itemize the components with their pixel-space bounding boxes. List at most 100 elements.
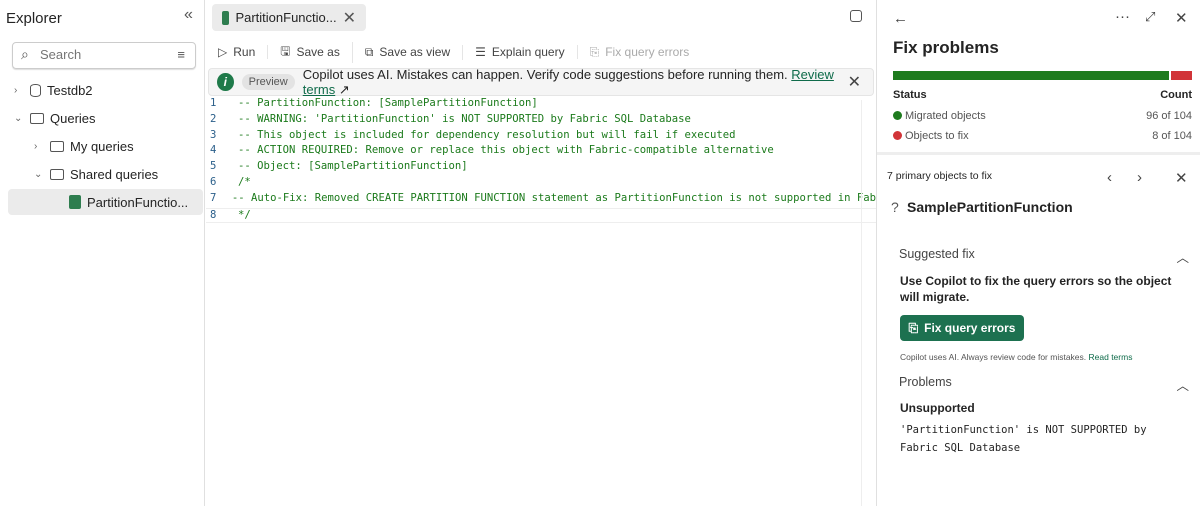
code-line: 7 -- Auto-Fix: Removed CREATE PARTITION F… [206,192,876,208]
explain-query-button[interactable]: ☰ Explain query [463,45,578,59]
vertical-scrollbar[interactable] [861,100,876,506]
fix-button-label: Fix query errors [924,321,1016,335]
explain-icon: ☰ [475,45,486,59]
problem-type: Unsupported [900,401,975,415]
tree-label: PartitionFunctio... [87,194,189,210]
sql-file-icon [222,10,230,25]
tree-item-queries[interactable]: ⌄ Queries [14,106,96,130]
line-number: 8 [210,208,217,221]
close-object-icon[interactable]: ✕ [1175,169,1188,187]
code-line: 5 -- Object: [SamplePartitionFunction] [206,160,876,176]
fix-icon: ⎘ [589,44,600,59]
status-header: Status [893,89,927,101]
suggested-fix-text: Use Copilot to fix the query errors so t… [900,274,1172,304]
code-text: -- Auto-Fix: Removed CREATE PARTITION FU… [231,191,876,204]
close-tab-icon[interactable]: ✕ [343,8,356,28]
tree-label: My queries [70,138,134,154]
code-text: -- Object: [SamplePartitionFunction] [238,160,468,173]
preview-badge: Preview [241,74,295,90]
save-as-button[interactable]: 🖫 Save as [268,41,353,63]
line-number: 7 [210,191,217,204]
disclaimer: Copilot uses AI. Always review code for … [900,352,1133,362]
read-terms-link[interactable]: Read terms [1089,352,1133,362]
tree-item-shared-queries[interactable]: ⌄ Shared queries [34,162,158,186]
tree-item-partitionfunction[interactable]: PartitionFunctio... [8,189,203,215]
red-dot-icon [893,131,902,140]
explorer-pane: Explorer « ⌕ ≡ › Testdb2 ⌄ Queries › My que… [0,0,205,506]
chevron-up-icon: ︿ [1176,251,1189,265]
tab-partitionfunction[interactable]: PartitionFunctio... ✕ [212,4,366,31]
query-editor: PartitionFunctio... ✕ ▷ Run 🖫 Save as ⧉ Save… [206,0,876,506]
fix-label: Fix query errors [605,45,690,59]
object-name: SamplePartitionFunction [907,199,1073,215]
explorer-title: Explorer [6,10,62,27]
migrated-bar [893,71,1169,80]
chevron-down-icon: ⌄ [34,168,43,180]
code-text: */ [238,208,251,221]
search-box: ⌕ ≡ [12,42,196,69]
tree-item-testdb2[interactable]: › Testdb2 [14,78,93,102]
more-icon[interactable]: ··· [1115,8,1130,25]
sql-file-icon [69,195,81,209]
problems-label: Problems [899,375,952,389]
explain-label: Explain query [491,45,565,59]
collapse-icon[interactable]: « [184,6,193,24]
fix-query-errors-toolbar-button[interactable]: ⎘ Fix query errors [578,45,702,60]
code-editor[interactable]: 1 -- PartitionFunction: [SamplePartitionF… [206,97,876,224]
next-icon[interactable]: › [1137,169,1142,186]
suggested-fix-header[interactable]: Suggested fix ︿ [899,247,1189,266]
code-line: 4 -- ACTION REQUIRED: Remove or replace t… [206,144,876,160]
status-header-row: Status Count [893,89,1192,101]
line-number: 6 [210,175,217,188]
chevron-right-icon: › [14,84,18,96]
tree-item-my-queries[interactable]: › My queries [34,134,134,158]
search-input[interactable] [40,47,160,62]
code-line: 6 /* [206,176,876,192]
run-label: Run [233,45,256,59]
database-icon [30,83,41,97]
problems-header[interactable]: Problems ︿ [899,375,1189,394]
green-dot-icon [893,111,902,120]
tree-label: Shared queries [70,166,159,182]
previous-icon[interactable]: ‹ [1107,169,1112,186]
code-line: 8 */ [206,207,876,224]
save-as-label: Save as [296,45,340,59]
fix-query-errors-button[interactable]: ⎘ Fix query errors [900,315,1024,341]
count-header: Count [1160,89,1192,101]
panel-title: Fix problems [893,38,999,57]
chevron-down-icon: ⌄ [14,112,23,124]
filter-icon[interactable]: ≡ [177,47,185,62]
line-number: 4 [210,144,217,157]
run-button[interactable]: ▷ Run [206,45,269,59]
folder-icon [50,168,64,180]
close-banner-icon[interactable]: ✕ [848,72,861,92]
suggested-fix-label: Suggested fix [899,247,975,261]
play-icon: ▷ [218,45,228,59]
copilot-fix-icon: ⎘ [908,320,919,335]
copy-icon[interactable] [850,10,862,22]
status-bar [893,71,1192,80]
migrated-row: Migrated objects 96 of 104 [893,110,1192,122]
save-as-view-button[interactable]: ⧉ Save as view [353,44,464,60]
save-icon: 🖫 [280,43,291,58]
to-fix-label: Objects to fix [905,130,969,142]
code-line: 1 -- PartitionFunction: [SamplePartitionF… [206,97,876,113]
expand-icon[interactable]: ⤢ [1145,9,1155,25]
code-text: -- ACTION REQUIRED: Remove or replace th… [238,144,774,157]
tree-label: Testdb2 [47,82,93,98]
back-arrow-icon[interactable]: ← [893,10,908,27]
problem-text: 'PartitionFunction' is NOT SUPPORTED by … [900,424,1147,454]
close-panel-icon[interactable]: ✕ [1175,9,1188,27]
line-number: 2 [210,112,217,125]
code-text: -- WARNING: 'PartitionFunction' is NOT S… [238,112,691,125]
to-fix-count: 8 of 104 [1152,130,1192,142]
folder-icon [30,112,44,124]
to-fix-bar [1171,71,1192,80]
chevron-up-icon: ︿ [1176,379,1189,393]
save-as-view-label: Save as view [379,45,451,59]
line-number: 1 [210,97,217,109]
banner-text: Copilot uses AI. Mistakes can happen. Ve… [302,66,834,97]
code-line: 2 -- WARNING: 'PartitionFunction' is NOT … [206,113,876,129]
unknown-object-icon: ? [891,199,899,215]
code-line: 3 -- This object is included for dependen… [206,129,876,145]
